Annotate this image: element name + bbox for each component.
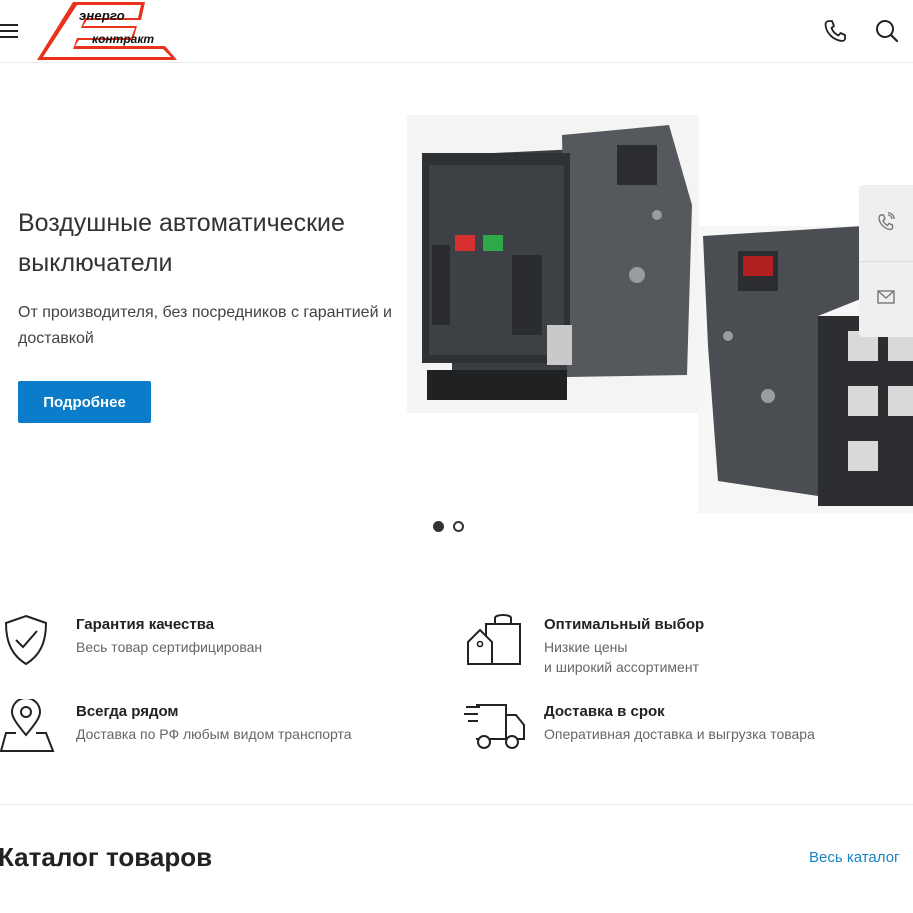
search-icon[interactable]	[874, 18, 900, 44]
phone-call-icon	[878, 212, 895, 231]
slider-dot-active[interactable]	[433, 521, 444, 532]
floating-contact-panel	[859, 185, 913, 337]
feature-desc: Низкие цены	[544, 639, 628, 655]
feature-delivery: Доставка в срок Оперативная доставка и в…	[464, 697, 904, 757]
site-header: энерго контракт	[0, 0, 913, 63]
feature-desc-line2: и широкий ассортимент	[544, 659, 699, 675]
breaker-image-front	[407, 115, 699, 413]
mail-icon	[877, 290, 895, 304]
menu-icon[interactable]	[0, 21, 18, 41]
slider-dot[interactable]	[453, 521, 464, 532]
hero-subtitle: От производителя, без посредников с гара…	[18, 304, 392, 347]
details-button[interactable]: Подробнее	[18, 381, 151, 423]
shield-check-icon	[4, 614, 48, 666]
feature-title: Всегда рядом	[76, 703, 179, 720]
feature-desc: Доставка по РФ любым видом транспорта	[76, 726, 352, 742]
logo-text-top: энерго	[79, 8, 125, 23]
feature-nearby: Всегда рядом Доставка по РФ любым видом …	[0, 697, 440, 757]
floating-mail-button[interactable]	[859, 262, 913, 338]
feature-title: Доставка в срок	[544, 703, 665, 720]
feature-desc: Весь товар сертифицирован	[76, 639, 263, 655]
logo[interactable]: энерго контракт	[37, 2, 179, 62]
hero-title: Воздушные автоматические выключатели	[18, 209, 345, 277]
feature-choice: Оптимальный выбор Низкие цены и широкий …	[466, 610, 906, 680]
feature-title: Гарантия качества	[76, 616, 215, 633]
phone-icon[interactable]	[822, 18, 848, 44]
hero-slider: Воздушные автоматические выключатели От …	[0, 63, 913, 553]
feature-title: Оптимальный выбор	[544, 616, 705, 633]
map-pin-icon	[0, 699, 55, 752]
catalog-title: Каталог товаров	[0, 842, 213, 872]
delivery-truck-icon	[464, 704, 525, 749]
slider-dots	[433, 521, 473, 533]
all-catalog-link[interactable]: Весь каталог	[809, 849, 900, 866]
floating-call-button[interactable]	[859, 185, 913, 261]
feature-quality: Гарантия качества Весь товар сертифициро…	[0, 610, 440, 680]
section-divider	[0, 804, 913, 805]
shopping-bag-tag-icon	[467, 614, 521, 665]
feature-desc: Оперативная доставка и выгрузка товара	[544, 726, 815, 742]
logo-text-bottom: контракт	[92, 32, 155, 46]
